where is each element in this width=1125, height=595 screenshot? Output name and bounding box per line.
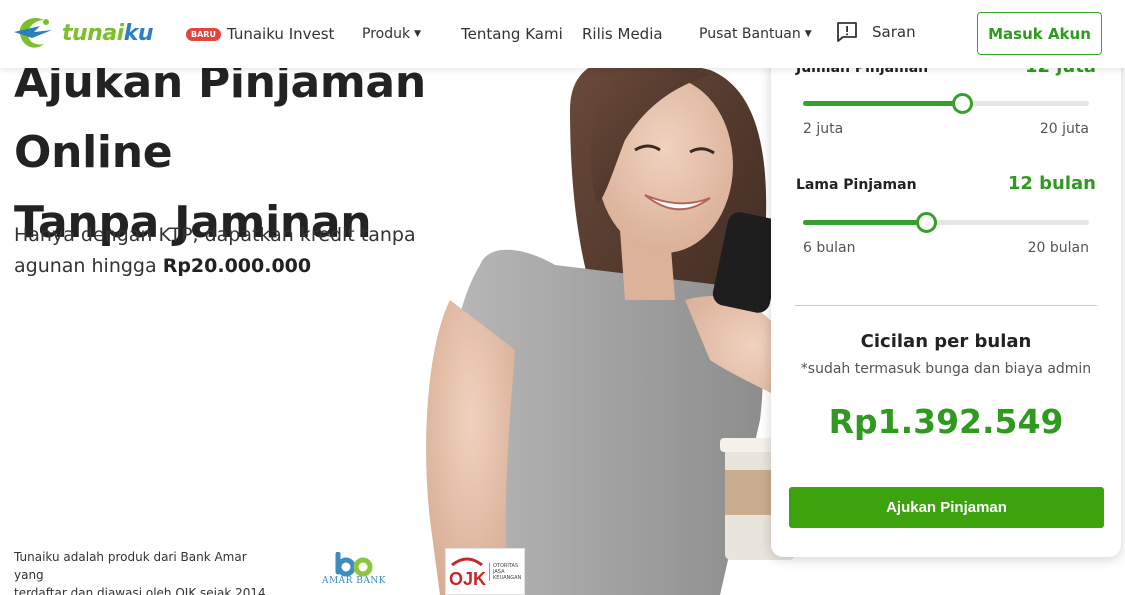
chevron-down-icon: ▼	[414, 29, 421, 39]
installment-amount: Rp1.392.549	[828, 402, 1064, 441]
hero-title-line1: Ajukan Pinjaman Online	[14, 57, 426, 178]
nav-produk[interactable]: Produk ▼	[362, 22, 421, 46]
tenor-max-label: 20 bulan	[1027, 240, 1089, 256]
tenor-slider-thumb[interactable]	[915, 212, 937, 233]
amount-slider-fill	[803, 101, 962, 106]
divider	[795, 305, 1097, 306]
loan-calculator-card: Jumlah Pinjaman 12 juta 2 juta 20 juta L…	[771, 40, 1121, 557]
tenor-slider-fill	[803, 220, 926, 225]
ojk-logo-icon: OJK	[449, 557, 486, 589]
amar-bank-text: AMAR BANK	[321, 576, 387, 586]
tunaiku-logo-icon	[14, 17, 52, 48]
legal-line2: terdaftar dan diawasi oleh OJK sejak 201…	[14, 586, 266, 595]
tunaiku-logo[interactable]: tunaiku	[12, 12, 154, 54]
nav-label: Produk	[362, 26, 411, 42]
site-header: tunaiku BARU Tunaiku Invest Produk ▼ Ten…	[0, 0, 1125, 68]
login-button[interactable]: Masuk Akun	[977, 12, 1102, 55]
legal-note: Tunaiku adalah produk dari Bank Amar yan…	[14, 548, 274, 595]
hero-subtitle: Hanya dengan KTP, dapatkan kredit tanpa …	[14, 220, 484, 282]
svg-text:OJK: OJK	[449, 569, 486, 589]
new-badge: BARU	[186, 27, 221, 41]
tenor-header: Lama Pinjaman 12 bulan	[796, 173, 1096, 194]
amount-min-label: 2 juta	[803, 121, 844, 137]
feedback-icon	[837, 22, 857, 42]
nav-rilis-media[interactable]: Rilis Media	[582, 22, 663, 46]
nav-pusat-bantuan[interactable]: Pusat Bantuan ▼	[699, 22, 812, 46]
amount-range: 2 juta 20 juta	[803, 121, 1089, 137]
nav-label: Tunaiku Invest	[226, 25, 335, 43]
amar-bank-logo-icon	[335, 552, 373, 577]
amount-slider-thumb[interactable]	[951, 93, 973, 114]
nav-tunaiku-invest[interactable]: BARU Tunaiku Invest	[186, 22, 334, 46]
apply-loan-button[interactable]: Ajukan Pinjaman	[789, 487, 1104, 528]
tenor-label: Lama Pinjaman	[796, 177, 917, 193]
legal-line1: Tunaiku adalah produk dari Bank Amar yan…	[14, 550, 247, 582]
ojk-logo: OJK OTORITAS JASA KEUANGAN	[445, 548, 525, 595]
amount-slider[interactable]	[803, 93, 1089, 114]
ojk-text: OTORITAS JASA KEUANGAN	[489, 562, 521, 581]
hero-subtitle-amount: Rp20.000.000	[162, 255, 312, 277]
installment-title: Cicilan per bulan	[860, 331, 1032, 352]
tenor-value: 12 bulan	[1007, 173, 1096, 194]
nav-label: Pusat Bantuan	[699, 26, 801, 42]
amar-bank-logo: AMAR BANK	[318, 552, 390, 592]
tenor-slider[interactable]	[803, 212, 1089, 233]
amount-max-label: 20 juta	[1039, 121, 1089, 137]
nav-tentang-kami[interactable]: Tentang Kami	[461, 22, 563, 46]
chevron-down-icon: ▼	[804, 29, 812, 39]
nav-label: Tentang Kami	[461, 25, 563, 43]
nav-label: Saran	[872, 23, 916, 41]
nav-label: Rilis Media	[582, 25, 663, 43]
nav-saran[interactable]: Saran	[836, 20, 916, 44]
logo-text-part2: ku	[123, 20, 154, 46]
tenor-range: 6 bulan 20 bulan	[803, 240, 1089, 256]
logo-text-part1: tunai	[62, 20, 124, 46]
tenor-min-label: 6 bulan	[803, 240, 856, 256]
installment-note: *sudah termasuk bunga dan biaya admin	[800, 361, 1092, 377]
